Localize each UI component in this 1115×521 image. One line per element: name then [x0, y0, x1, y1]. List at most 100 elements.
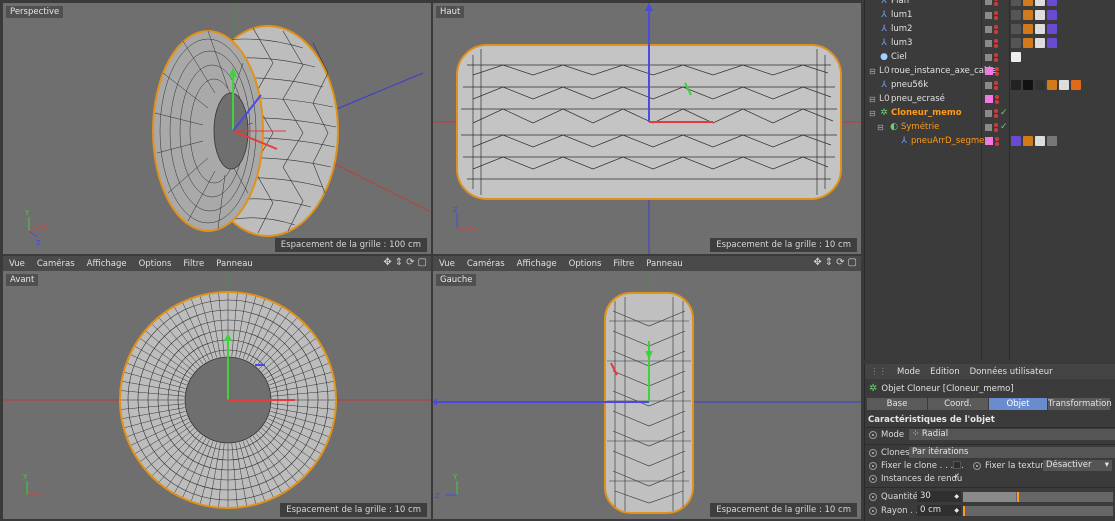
rotate-view-icon[interactable]: ⟳ [406, 257, 414, 268]
viewport-front[interactable]: Y X Avant Espacement de la grille : 10 c… [3, 271, 431, 519]
fix-clone-checkbox[interactable] [953, 461, 961, 469]
object-name[interactable]: lum1 [891, 10, 912, 20]
material-tag-icon[interactable] [1011, 24, 1021, 34]
move-view-icon[interactable]: ✥ [383, 257, 391, 268]
layer-box[interactable] [985, 0, 992, 5]
tab-objet[interactable]: Objet [989, 398, 1047, 410]
layer-box[interactable] [985, 53, 992, 61]
object-row[interactable]: ⅄ lum2 [865, 22, 1115, 36]
enabled-check-icon[interactable]: ✓ [1000, 108, 1008, 118]
clones-anim-dot[interactable] [869, 449, 877, 457]
object-row[interactable]: ⊟ L0 roue_instance_axe_calée [865, 64, 1115, 78]
tab-transformation[interactable]: Transformation [1048, 398, 1112, 410]
object-name[interactable]: pneuArrD_segment [911, 136, 993, 146]
menu-options[interactable]: Options [133, 259, 178, 269]
object-row[interactable]: ⅄ pneuArrD_segment [865, 134, 1115, 148]
material-tag-icon[interactable] [1011, 136, 1021, 146]
menu-filtre[interactable]: Filtre [177, 259, 210, 269]
layer-box[interactable] [985, 123, 992, 131]
viewport-perspective[interactable]: Y X Z Perspective Espacement de la grill… [3, 3, 431, 254]
material-tag-icon[interactable] [1011, 80, 1021, 90]
material-tag-icon[interactable] [1023, 10, 1033, 20]
object-name[interactable]: roue_instance_axe_calée [891, 66, 997, 76]
radius-field[interactable]: 0 cm ◆ [917, 505, 961, 516]
material-tag-icon[interactable] [1035, 38, 1045, 48]
object-name[interactable]: Cloneur_memo [891, 108, 962, 118]
visibility-dots-icon[interactable] [994, 122, 998, 132]
rotate-view-icon[interactable]: ⟳ [836, 257, 844, 268]
material-tag-icon[interactable] [1023, 0, 1033, 6]
material-tag-icon[interactable] [1071, 80, 1081, 90]
visibility-dots-icon[interactable] [994, 108, 998, 118]
layer-box[interactable] [985, 11, 992, 19]
layer-color-swatch[interactable] [985, 95, 993, 103]
maximize-view-icon[interactable]: ▢ [848, 257, 857, 268]
material-tag-icon[interactable] [1047, 80, 1057, 90]
menu-edition[interactable]: Edition [925, 367, 964, 377]
mode-anim-dot[interactable] [869, 431, 877, 439]
visibility-dots-icon[interactable] [994, 24, 998, 34]
menu-cameras[interactable]: Caméras [461, 259, 511, 269]
quantity-anim-dot[interactable] [869, 493, 877, 501]
viewport-top[interactable]: Z X Haut Espacement de la grille : 10 cm [433, 3, 861, 254]
fix-clone-anim-dot[interactable] [869, 462, 877, 470]
visibility-dots-icon[interactable] [994, 10, 998, 20]
fix-texture-dropdown[interactable]: Désactiver ▾ [1043, 460, 1112, 471]
move-view-icon[interactable]: ✥ [813, 257, 821, 268]
material-tag-icon[interactable] [1059, 80, 1069, 90]
material-tag-icon[interactable] [1011, 10, 1021, 20]
object-name[interactable]: lum2 [891, 24, 912, 34]
fix-texture-anim-dot[interactable] [973, 462, 981, 470]
object-row[interactable]: ● Ciel [865, 50, 1115, 64]
menu-mode[interactable]: Mode [892, 367, 925, 377]
material-tag-icon[interactable] [1035, 80, 1045, 90]
dolly-view-icon[interactable]: ⇕ [825, 257, 833, 268]
material-tag-icon[interactable] [1035, 24, 1045, 34]
material-tag-icon[interactable] [1011, 52, 1021, 62]
radius-slider[interactable] [963, 506, 1113, 516]
material-tag-icon[interactable] [1023, 24, 1033, 34]
material-tag-icon[interactable] [1023, 80, 1033, 90]
object-name[interactable]: lum3 [891, 38, 912, 48]
material-tag-icon[interactable] [1047, 10, 1057, 20]
clones-dropdown[interactable]: Par itérations [909, 447, 1115, 458]
menu-affichage[interactable]: Affichage [81, 259, 133, 269]
visibility-dots-icon[interactable] [994, 80, 998, 90]
material-tag-icon[interactable] [1035, 10, 1045, 20]
material-tag-icon[interactable] [1023, 136, 1033, 146]
expand-toggle-icon[interactable]: ⊟ [869, 95, 877, 104]
material-tag-icon[interactable] [1047, 0, 1057, 6]
visibility-dots-icon[interactable] [994, 38, 998, 48]
material-tag-icon[interactable] [1011, 0, 1021, 6]
viewport-left[interactable]: Y Z Gauche Espacement de la grille : 10 … [433, 271, 861, 519]
mode-dropdown[interactable]: ⁘ Radial [909, 429, 1115, 440]
menu-user-data[interactable]: Données utilisateur [965, 367, 1058, 377]
object-row[interactable]: ⅄ Plan [865, 0, 1115, 8]
object-row[interactable]: ⅄ lum1 [865, 8, 1115, 22]
menu-filtre[interactable]: Filtre [607, 259, 640, 269]
object-row[interactable]: ⊟ L0 pneu_ecrasé [865, 92, 1115, 106]
attribute-grip-icon[interactable]: ⋮⋮ [865, 367, 892, 377]
expand-toggle-icon[interactable]: ⊟ [877, 123, 885, 132]
menu-panneau[interactable]: Panneau [640, 259, 689, 269]
object-name[interactable]: pneu_ecrasé [891, 94, 945, 104]
layer-box[interactable] [985, 109, 992, 117]
material-tag-icon[interactable] [1047, 136, 1057, 146]
layer-box[interactable] [985, 39, 992, 47]
visibility-dots-icon[interactable] [994, 52, 998, 62]
visibility-dots-icon[interactable] [994, 0, 998, 6]
menu-options[interactable]: Options [563, 259, 608, 269]
expand-toggle-icon[interactable]: ⊟ [869, 67, 877, 76]
object-row[interactable]: ⅄ pneu56k [865, 78, 1115, 92]
material-tag-icon[interactable] [1035, 136, 1045, 146]
layer-color-swatch[interactable] [985, 137, 993, 145]
object-row[interactable]: ⊟ ◐ Symétrie ✓ [865, 120, 1115, 134]
maximize-view-icon[interactable]: ▢ [418, 257, 427, 268]
menu-cameras[interactable]: Caméras [31, 259, 81, 269]
render-instances-anim-dot[interactable] [869, 475, 877, 483]
object-name[interactable]: Symétrie [901, 122, 939, 132]
menu-vue[interactable]: Vue [3, 259, 31, 269]
layer-box[interactable] [985, 81, 992, 89]
tab-base[interactable]: Base [867, 398, 927, 410]
menu-vue[interactable]: Vue [433, 259, 461, 269]
